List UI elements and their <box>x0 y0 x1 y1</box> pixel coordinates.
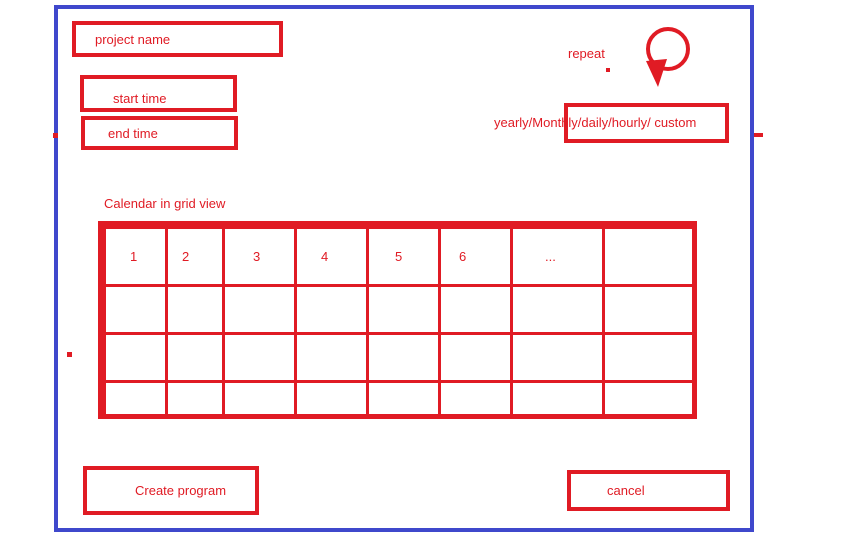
calendar-cell[interactable] <box>165 332 225 383</box>
cancel-button[interactable]: cancel <box>567 470 730 511</box>
start-time-input[interactable]: start time <box>80 75 237 112</box>
end-time-input[interactable]: end time <box>81 116 238 150</box>
calendar-cell[interactable] <box>222 284 297 335</box>
calendar-cell[interactable] <box>103 284 168 335</box>
calendar-day-more[interactable]: ... <box>510 226 605 287</box>
project-name-input[interactable]: project name <box>72 21 283 57</box>
calendar-day-6[interactable]: 6 <box>438 226 513 287</box>
project-name-label: project name <box>95 31 171 47</box>
calendar-cell[interactable] <box>510 284 605 335</box>
calendar-cell[interactable] <box>294 284 369 335</box>
calendar-cell[interactable] <box>602 332 695 383</box>
repeat-label: repeat <box>568 46 605 61</box>
calendar-cell[interactable] <box>366 380 441 417</box>
calendar-cell[interactable] <box>165 380 225 417</box>
calendar-day-1[interactable]: 1 <box>103 226 168 287</box>
calendar-cell[interactable] <box>438 332 513 383</box>
calendar-title: Calendar in grid view <box>104 196 226 211</box>
calendar-day-5[interactable]: 5 <box>366 226 441 287</box>
repeat-circle-icon[interactable] <box>636 25 698 95</box>
calendar-cell[interactable] <box>103 380 168 417</box>
end-time-label: end time <box>108 125 158 141</box>
calendar-cell[interactable] <box>510 380 605 417</box>
calendar-day-2[interactable]: 2 <box>165 226 225 287</box>
calendar-cell[interactable] <box>294 380 369 417</box>
calendar-day-4[interactable]: 4 <box>294 226 369 287</box>
marker-dot-left <box>53 133 58 138</box>
calendar-cell[interactable] <box>438 380 513 417</box>
calendar-cell[interactable] <box>602 226 695 287</box>
start-time-label: start time <box>113 91 167 106</box>
calendar-cell[interactable] <box>438 284 513 335</box>
calendar-cell[interactable] <box>222 380 297 417</box>
calendar-cell[interactable] <box>165 284 225 335</box>
cancel-label: cancel <box>607 483 645 498</box>
calendar-cell[interactable] <box>103 332 168 383</box>
create-program-button[interactable]: Create program <box>83 466 259 515</box>
marker-dot-left-lower <box>67 352 72 357</box>
calendar-cell[interactable] <box>602 380 695 417</box>
calendar-cell[interactable] <box>510 332 605 383</box>
calendar-cell[interactable] <box>294 332 369 383</box>
create-program-label: Create program <box>135 483 227 498</box>
calendar-cell[interactable] <box>602 284 695 335</box>
calendar-cell[interactable] <box>222 332 297 383</box>
repeat-dot <box>606 68 610 72</box>
calendar-day-3[interactable]: 3 <box>222 226 297 287</box>
calendar-cell[interactable] <box>366 332 441 383</box>
calendar-grid: 1 2 3 4 5 6 ... <box>98 221 697 419</box>
marker-dot-right <box>754 133 763 137</box>
calendar-cell[interactable] <box>366 284 441 335</box>
repeat-options-label: yearly/Monthly/daily/hourly/ custom <box>494 115 697 130</box>
